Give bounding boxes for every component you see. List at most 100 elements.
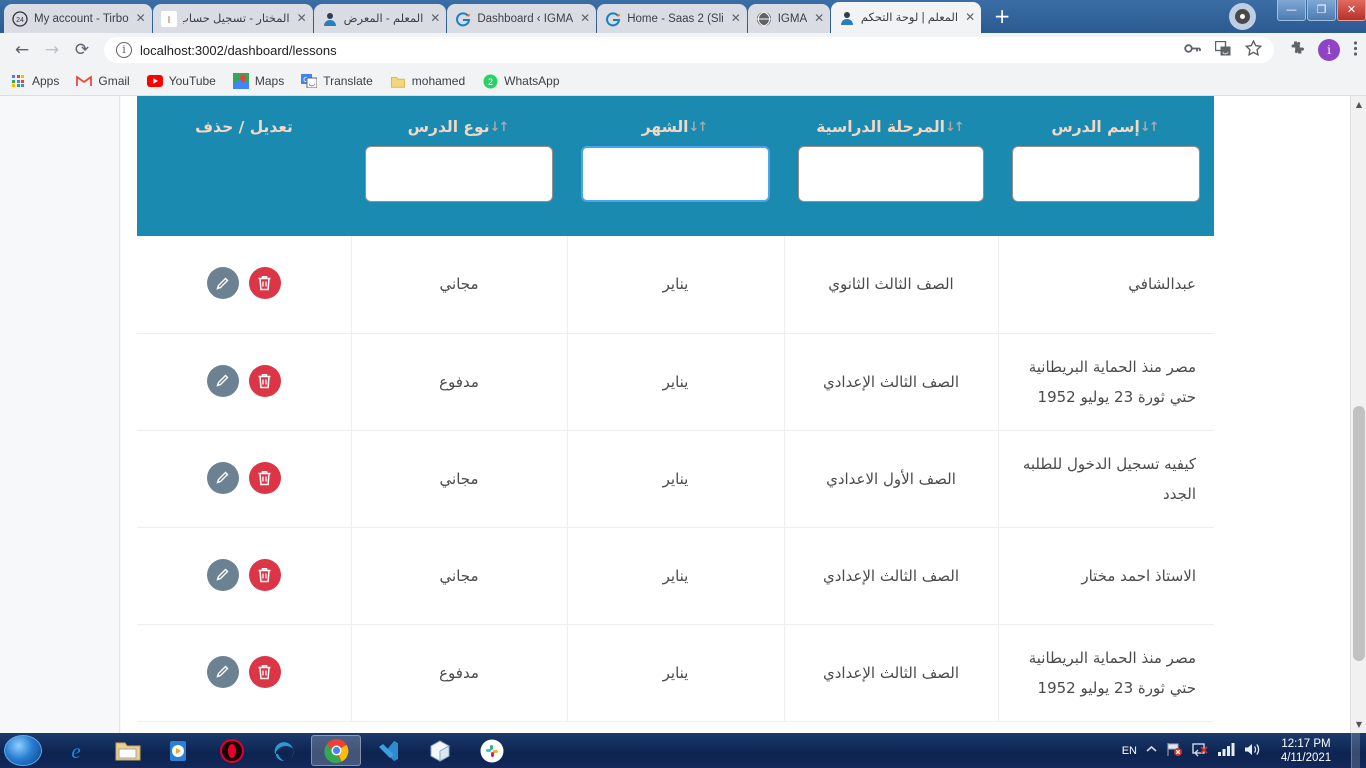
close-icon[interactable]: ✕ (812, 11, 826, 26)
bookmark-label: Apps (32, 74, 60, 88)
filter-input-month[interactable] (581, 146, 770, 202)
more-menu-icon[interactable] (1353, 40, 1358, 61)
system-tray: EN 12:17 PM 4/11/2021 (1122, 733, 1366, 768)
bookmark-translate[interactable]: Gب Translate (301, 73, 373, 89)
taskbar-internet-explorer[interactable]: e (51, 735, 101, 766)
column-header-lesson-type[interactable]: ↑↓نوع الدرس (351, 96, 567, 146)
language-indicator[interactable]: EN (1122, 745, 1137, 757)
delete-button[interactable] (248, 655, 281, 688)
network-error-icon[interactable] (1166, 742, 1183, 760)
close-icon[interactable]: ✕ (134, 11, 148, 26)
action-center-icon[interactable] (1192, 742, 1209, 760)
filter-cell-actions (137, 146, 351, 236)
profile-chip[interactable] (1229, 3, 1256, 30)
column-header-stage[interactable]: ↑↓المرحلة الدراسية (784, 96, 998, 146)
cell-lesson-type: مجاني (350, 430, 567, 528)
close-icon[interactable]: ✕ (578, 11, 592, 26)
bookmark-gmail[interactable]: Gmail (76, 73, 130, 89)
bookmark-youtube[interactable]: YouTube (146, 73, 216, 89)
cell-lesson-name: الاستاذ احمد مختار (997, 527, 1214, 625)
clock[interactable]: 12:17 PM 4/11/2021 (1270, 737, 1342, 765)
taskbar-chrome[interactable] (311, 735, 361, 766)
delete-button[interactable] (248, 558, 281, 591)
column-header-lesson-name[interactable]: ↑↓إسم الدرس (998, 96, 1214, 146)
taskbar-opera-gx[interactable] (207, 735, 257, 766)
row-actions (137, 430, 351, 528)
scroll-up-arrow-icon[interactable]: ▲ (1351, 96, 1366, 113)
back-button[interactable]: ← (8, 36, 36, 64)
extensions-puzzle-icon[interactable] (1288, 40, 1305, 61)
filter-input-lesson-type[interactable] (365, 146, 553, 202)
delete-button[interactable] (248, 267, 281, 300)
close-icon[interactable]: ✕ (295, 11, 309, 26)
edit-button[interactable] (206, 558, 239, 591)
star-icon[interactable] (1244, 39, 1263, 60)
page-scrollbar[interactable]: ▲ ▼ (1350, 96, 1366, 733)
sort-arrows-icon[interactable]: ↑↓ (945, 120, 965, 135)
scroll-down-arrow-icon[interactable]: ▼ (1351, 716, 1366, 733)
show-hidden-icon[interactable] (1146, 745, 1157, 757)
taskbar-package[interactable] (415, 735, 465, 766)
filter-input-stage[interactable] (798, 146, 984, 202)
column-header-month[interactable]: ↑↓الشهر (567, 96, 784, 146)
window-controls: — ❐ ✕ (1276, 0, 1366, 22)
browser-tab[interactable]: ا المختار - تسجيل حساب ✕ (152, 4, 313, 33)
delete-button[interactable] (248, 461, 281, 494)
browser-tab[interactable]: IGMA ✕ (747, 4, 831, 33)
taskbar-slack[interactable] (467, 735, 517, 766)
window-close-button[interactable]: ✕ (1337, 0, 1366, 21)
delete-button[interactable] (248, 364, 281, 397)
taskbar-file-explorer[interactable] (103, 735, 153, 766)
sort-arrows-icon[interactable]: ↑↓ (490, 120, 510, 135)
edit-button[interactable] (206, 267, 239, 300)
new-tab-button[interactable]: + (988, 4, 1016, 32)
cell-month: يناير (566, 527, 784, 625)
browser-tab[interactable]: 24 My account - Tirbo ✕ (4, 4, 152, 33)
edit-button[interactable] (206, 461, 239, 494)
edge-icon (274, 741, 294, 761)
address-bar[interactable]: i localhost:3002/dashboard/lessons ب (104, 37, 1274, 63)
close-icon[interactable]: ✕ (729, 11, 743, 26)
scrollbar-thumb[interactable] (1353, 406, 1365, 661)
sort-arrows-icon[interactable]: ↑↓ (688, 120, 708, 135)
start-button[interactable] (4, 735, 42, 766)
taskbar-media-player[interactable] (155, 735, 205, 766)
site-info-icon[interactable]: i (116, 42, 132, 58)
browser-tab[interactable]: Dashboard ‹ IGMA ✕ (447, 4, 597, 33)
bookmarks-bar: Apps Gmail YouTube Maps Gب Translate moh… (0, 67, 1366, 96)
table-head: تعديل / حذف ↑↓نوع الدرس ↑↓الشهر ↑↓المرحل… (137, 96, 1214, 236)
sort-arrows-icon[interactable]: ↑↓ (1140, 120, 1160, 135)
taskbar-edge[interactable] (259, 735, 309, 766)
translate-icon[interactable]: ب (1214, 40, 1231, 60)
bookmark-maps[interactable]: Maps (232, 73, 284, 89)
signal-icon[interactable] (1218, 742, 1235, 759)
maximize-button[interactable]: ❐ (1307, 0, 1336, 21)
bookmark-mohamed[interactable]: mohamed (390, 73, 465, 89)
profile-avatar-icon[interactable]: i (1318, 39, 1340, 61)
address-text: localhost:3002/dashboard/lessons (140, 42, 337, 58)
column-header-label: إسم الدرس (1051, 118, 1140, 136)
volume-icon[interactable] (1244, 742, 1261, 760)
tab-title: IGMA (777, 12, 808, 25)
bookmark-label: mohamed (411, 74, 466, 88)
pencil-icon (216, 277, 229, 290)
edit-button[interactable] (206, 655, 239, 688)
reload-button[interactable]: ⟳ (68, 36, 96, 64)
browser-tab[interactable]: المعلم - المعرض ✕ (313, 4, 447, 33)
bookmark-apps[interactable]: Apps (10, 73, 59, 89)
close-icon[interactable]: ✕ (428, 11, 442, 26)
browser-tab-active[interactable]: المعلم | لوحة التحكم | كل ✕ (831, 2, 982, 33)
close-icon[interactable]: ✕ (963, 10, 977, 25)
browser-tab[interactable]: Home - Saas 2 (Sli ✕ (597, 4, 747, 33)
key-icon[interactable] (1184, 41, 1201, 60)
filter-input-lesson-name[interactable] (1012, 146, 1200, 202)
edit-button[interactable] (206, 364, 239, 397)
minimize-button[interactable]: — (1277, 0, 1306, 21)
show-desktop-button[interactable] (1351, 733, 1360, 768)
filter-cell-stage (784, 146, 998, 236)
trash-icon (258, 567, 271, 582)
bookmark-label: WhatsApp (504, 74, 560, 88)
taskbar-vscode[interactable] (363, 735, 413, 766)
forward-button[interactable]: → (38, 36, 66, 64)
bookmark-whatsapp[interactable]: 2 WhatsApp (482, 73, 560, 89)
